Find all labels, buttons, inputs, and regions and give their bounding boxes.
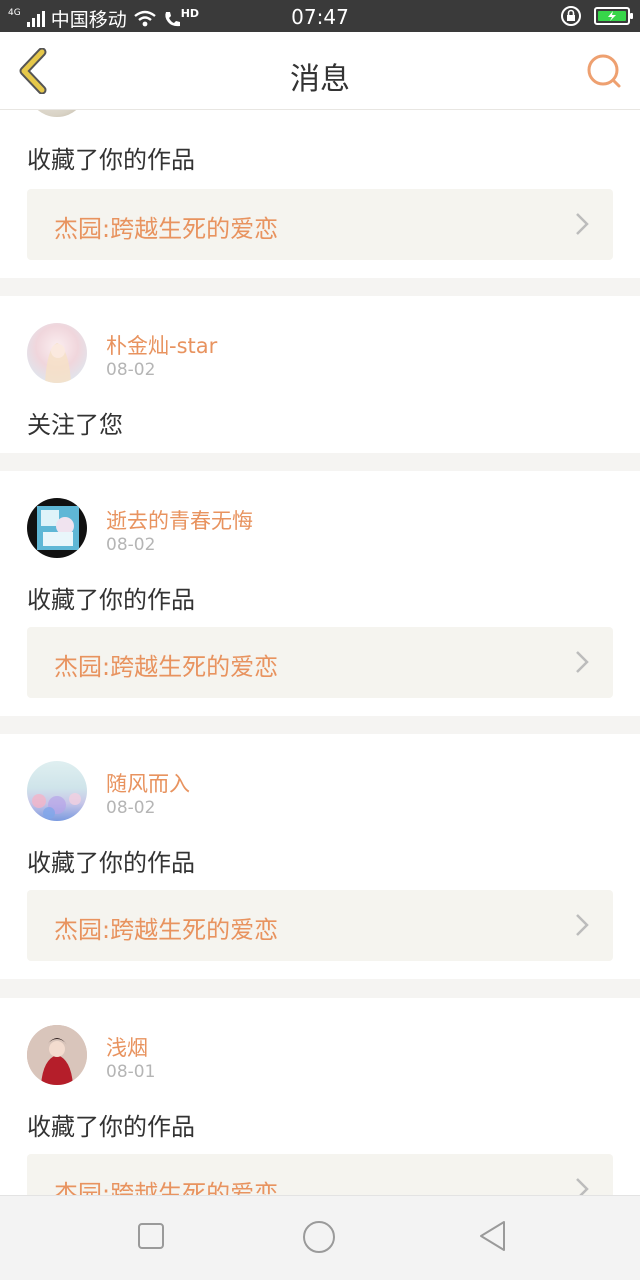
username[interactable]: 朴金灿-star xyxy=(106,330,217,360)
message-date: 08-03 xyxy=(106,110,155,112)
app-header: 消息 xyxy=(0,32,640,110)
user-avatar[interactable] xyxy=(27,1025,87,1085)
message-action: 收藏了你的作品 xyxy=(27,146,195,174)
home-circle-icon[interactable] xyxy=(302,1220,336,1254)
chevron-right-icon xyxy=(576,1178,589,1195)
message-date: 08-02 xyxy=(106,798,156,818)
message-feed[interactable]: 08-03 收藏了你的作品 杰园:跨越生死的爱恋 朴金灿-star 08-02 … xyxy=(0,110,640,1195)
message-card: 08-03 收藏了你的作品 杰园:跨越生死的爱恋 xyxy=(0,110,640,278)
page-title: 消息 xyxy=(290,62,350,97)
message-date: 08-01 xyxy=(106,1062,156,1082)
work-link[interactable]: 杰园:跨越生死的爱恋 xyxy=(27,1154,613,1195)
message-card: 逝去的青春无悔 08-02 收藏了你的作品 杰园:跨越生死的爱恋 xyxy=(0,471,640,716)
work-title: 杰园:跨越生死的爱恋 xyxy=(54,916,279,944)
system-nav-bar xyxy=(0,1195,640,1280)
message-action: 收藏了你的作品 xyxy=(27,1113,195,1141)
user-avatar[interactable] xyxy=(27,761,87,821)
chevron-right-icon xyxy=(576,213,589,235)
work-link[interactable]: 杰园:跨越生死的爱恋 xyxy=(27,890,613,961)
message-action: 收藏了你的作品 xyxy=(27,586,195,614)
status-right xyxy=(560,5,633,27)
user-avatar[interactable] xyxy=(27,498,87,558)
work-title: 杰园:跨越生死的爱恋 xyxy=(54,1180,279,1195)
message-date: 08-02 xyxy=(106,360,156,380)
status-bar: 4G 中国移动 HD 07:47 xyxy=(0,0,640,32)
message-card: 浅烟 08-01 收藏了你的作品 杰园:跨越生死的爱恋 xyxy=(0,998,640,1195)
back-triangle-icon[interactable] xyxy=(478,1220,508,1252)
message-action: 收藏了你的作品 xyxy=(27,849,195,877)
message-action: 关注了您 xyxy=(27,411,123,439)
message-card: 随风而入 08-02 收藏了你的作品 杰园:跨越生死的爱恋 xyxy=(0,734,640,979)
username[interactable]: 随风而入 xyxy=(106,768,190,798)
work-link[interactable]: 杰园:跨越生死的爱恋 xyxy=(27,627,613,698)
work-title: 杰园:跨越生死的爱恋 xyxy=(54,215,279,243)
chevron-right-icon xyxy=(576,651,589,673)
rotation-lock-icon xyxy=(561,6,581,26)
user-avatar[interactable] xyxy=(27,110,87,117)
username[interactable]: 逝去的青春无悔 xyxy=(106,505,253,535)
recents-square-icon[interactable] xyxy=(137,1222,165,1250)
message-date: 08-02 xyxy=(106,535,156,555)
battery-icon xyxy=(594,7,633,25)
username[interactable]: 浅烟 xyxy=(106,1032,148,1062)
user-avatar[interactable] xyxy=(27,323,87,383)
status-time: 07:47 xyxy=(291,5,349,29)
search-icon[interactable] xyxy=(584,52,624,92)
chevron-right-icon xyxy=(576,914,589,936)
work-title: 杰园:跨越生死的爱恋 xyxy=(54,653,279,681)
message-card: 朴金灿-star 08-02 关注了您 xyxy=(0,296,640,453)
work-link[interactable]: 杰园:跨越生死的爱恋 xyxy=(27,189,613,260)
